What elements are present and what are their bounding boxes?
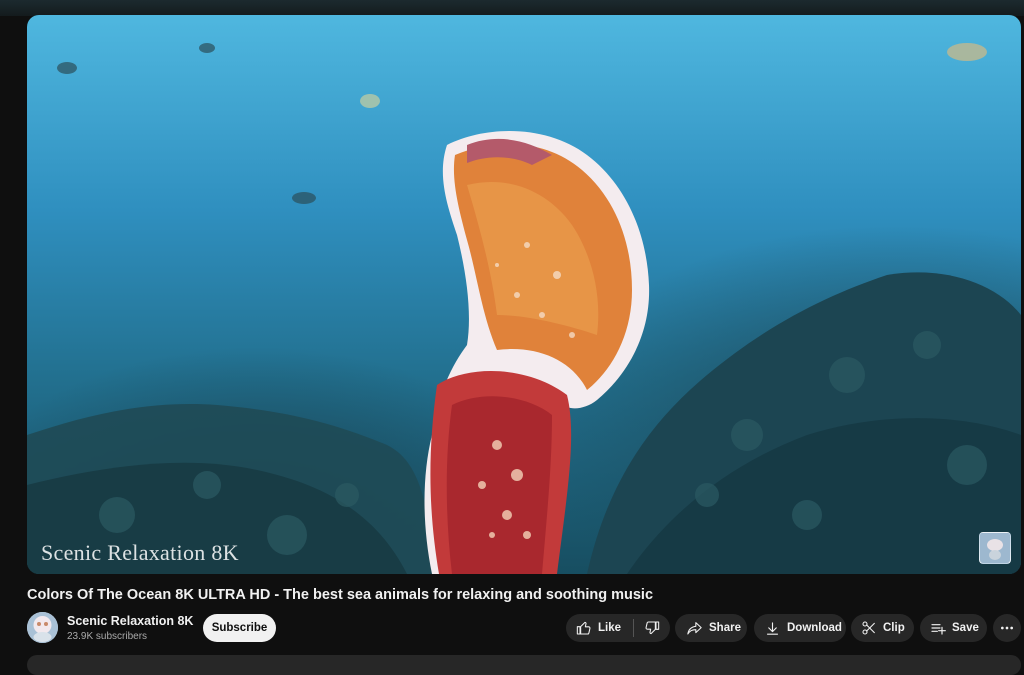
channel-watermark: Scenic Relaxation 8K	[41, 540, 239, 565]
subscribe-button[interactable]: Subscribe	[203, 614, 276, 642]
dislike-button[interactable]	[634, 614, 670, 642]
video-player[interactable]: Scenic Relaxation 8K	[27, 15, 1021, 574]
page-top-strip	[0, 0, 1024, 16]
branding-image-icon	[980, 533, 1010, 563]
save-button[interactable]: Save	[920, 614, 987, 642]
scissors-icon	[862, 621, 875, 635]
channel-branding-logo[interactable]	[979, 532, 1011, 564]
like-button[interactable]: Like	[566, 614, 631, 642]
share-arrow-icon	[687, 622, 702, 635]
clip-button[interactable]: Clip	[851, 614, 914, 642]
thumbs-up-icon	[576, 621, 591, 635]
download-icon	[766, 621, 779, 635]
avatar-icon	[27, 612, 58, 643]
more-horizontal-icon	[1001, 626, 1013, 630]
download-button[interactable]: Download	[754, 614, 846, 642]
save-label: Save	[952, 622, 979, 634]
description-box[interactable]	[27, 655, 1021, 675]
share-button[interactable]: Share	[675, 614, 747, 642]
thumbs-down-icon	[645, 621, 659, 635]
share-label: Share	[709, 622, 741, 634]
subscriber-count: 23.9K subscribers	[67, 631, 148, 642]
channel-name[interactable]: Scenic Relaxation 8K	[67, 614, 193, 628]
video-title: Colors Of The Ocean 8K ULTRA HD - The be…	[27, 587, 654, 603]
like-label: Like	[598, 622, 622, 634]
video-frame	[27, 43, 1021, 574]
download-label: Download	[787, 622, 842, 634]
channel-action-row: Scenic Relaxation 8K 23.9K subscribers S…	[27, 611, 1021, 647]
clip-label: Clip	[883, 622, 905, 634]
channel-avatar[interactable]	[27, 612, 58, 643]
playlist-add-icon	[931, 624, 946, 635]
like-dislike-group: Like	[566, 614, 670, 642]
more-actions-button[interactable]	[993, 614, 1021, 642]
